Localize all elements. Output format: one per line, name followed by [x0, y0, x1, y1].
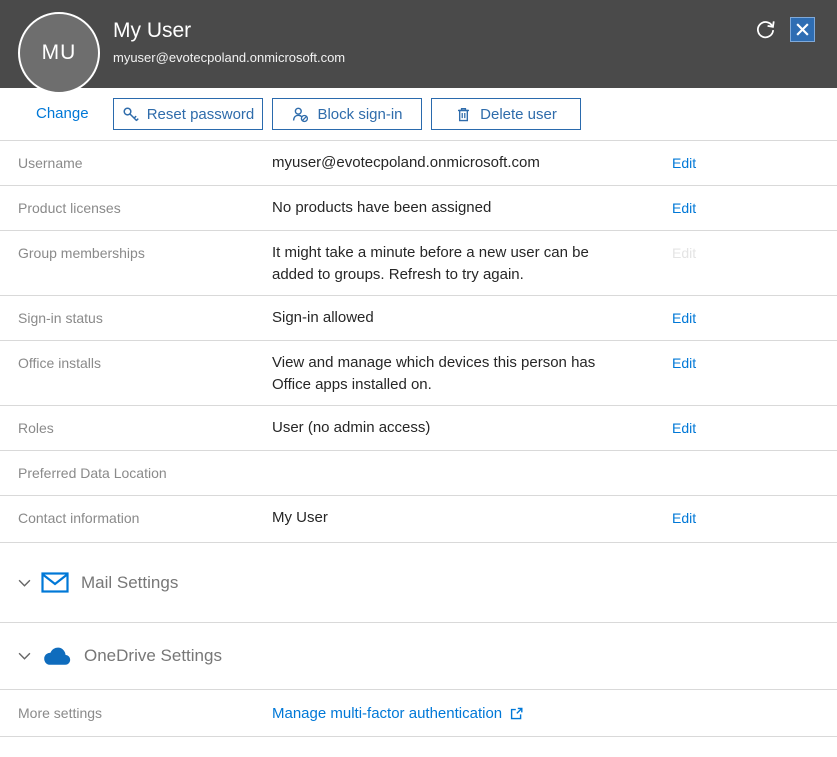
refresh-icon [754, 18, 777, 41]
block-signin-button[interactable]: Block sign-in [272, 98, 422, 130]
row-value: It might take a minute before a new user… [272, 242, 602, 286]
refresh-button[interactable] [754, 18, 777, 41]
key-icon [122, 106, 139, 123]
change-photo-link[interactable]: Change [36, 105, 89, 122]
external-link-icon [509, 706, 524, 721]
row-preferred-data-location: Preferred Data Location [0, 451, 837, 496]
row-value: View and manage which devices this perso… [272, 352, 602, 396]
avatar-initials: MU [42, 41, 77, 65]
row-value: No products have been assigned [272, 197, 602, 219]
row-label: Preferred Data Location [18, 462, 272, 484]
row-more-settings: More settings Manage multi-factor authen… [0, 690, 837, 737]
edit-roles-link[interactable]: Edit [672, 417, 696, 439]
close-icon [795, 22, 810, 37]
panel-header: MU My User myuser@evotecpoland.onmicroso… [0, 0, 837, 88]
close-button[interactable] [790, 17, 815, 42]
row-label: Group memberships [18, 242, 272, 264]
row-contact-information: Contact information My User Edit [0, 496, 837, 543]
delete-user-label: Delete user [480, 106, 557, 123]
person-block-icon [291, 106, 309, 123]
page-title: My User [113, 19, 191, 43]
row-label: Product licenses [18, 197, 272, 219]
row-value: myuser@evotecpoland.onmicrosoft.com [272, 152, 602, 174]
section-label: Mail Settings [81, 573, 178, 593]
edit-group-memberships-link: Edit [672, 242, 696, 264]
row-office-installs: Office installs View and manage which de… [0, 341, 837, 406]
row-signin-status: Sign-in status Sign-in allowed Edit [0, 296, 837, 341]
onedrive-cloud-icon [41, 646, 72, 666]
row-label: Sign-in status [18, 307, 272, 329]
user-email: myuser@evotecpoland.onmicrosoft.com [113, 50, 345, 65]
row-label: Username [18, 152, 272, 174]
mail-icon [41, 572, 69, 593]
row-value: Sign-in allowed [272, 307, 602, 329]
chevron-down-icon [18, 579, 31, 587]
more-settings-label: More settings [18, 705, 272, 721]
section-mail-settings[interactable]: Mail Settings [0, 543, 837, 623]
chevron-down-icon [18, 652, 31, 660]
edit-signin-status-link[interactable]: Edit [672, 307, 696, 329]
row-label: Office installs [18, 352, 272, 374]
edit-contact-information-link[interactable]: Edit [672, 507, 696, 529]
edit-office-installs-link[interactable]: Edit [672, 352, 696, 374]
reset-password-button[interactable]: Reset password [113, 98, 263, 130]
row-username: Username myuser@evotecpoland.onmicrosoft… [0, 141, 837, 186]
user-toolbar: Change Reset password [0, 88, 837, 141]
reset-password-label: Reset password [147, 106, 255, 123]
block-signin-label: Block sign-in [317, 106, 402, 123]
row-label: Contact information [18, 507, 272, 529]
manage-mfa-link[interactable]: Manage multi-factor authentication [272, 705, 524, 722]
delete-user-button[interactable]: Delete user [431, 98, 581, 130]
row-label: Roles [18, 417, 272, 439]
section-onedrive-settings[interactable]: OneDrive Settings [0, 623, 837, 690]
user-details-panel: MU My User myuser@evotecpoland.onmicroso… [0, 0, 837, 757]
edit-product-licenses-link[interactable]: Edit [672, 197, 696, 219]
row-product-licenses: Product licenses No products have been a… [0, 186, 837, 231]
edit-username-link[interactable]: Edit [672, 152, 696, 174]
manage-mfa-link-label: Manage multi-factor authentication [272, 705, 502, 722]
row-group-memberships: Group memberships It might take a minute… [0, 231, 837, 296]
section-label: OneDrive Settings [84, 646, 222, 666]
header-actions [754, 17, 815, 42]
avatar[interactable]: MU [18, 12, 100, 94]
row-value: My User [272, 507, 602, 529]
row-roles: Roles User (no admin access) Edit [0, 406, 837, 451]
row-value: User (no admin access) [272, 417, 602, 439]
toolbar-buttons: Reset password Block sign-in [113, 98, 581, 130]
trash-icon [455, 106, 472, 123]
